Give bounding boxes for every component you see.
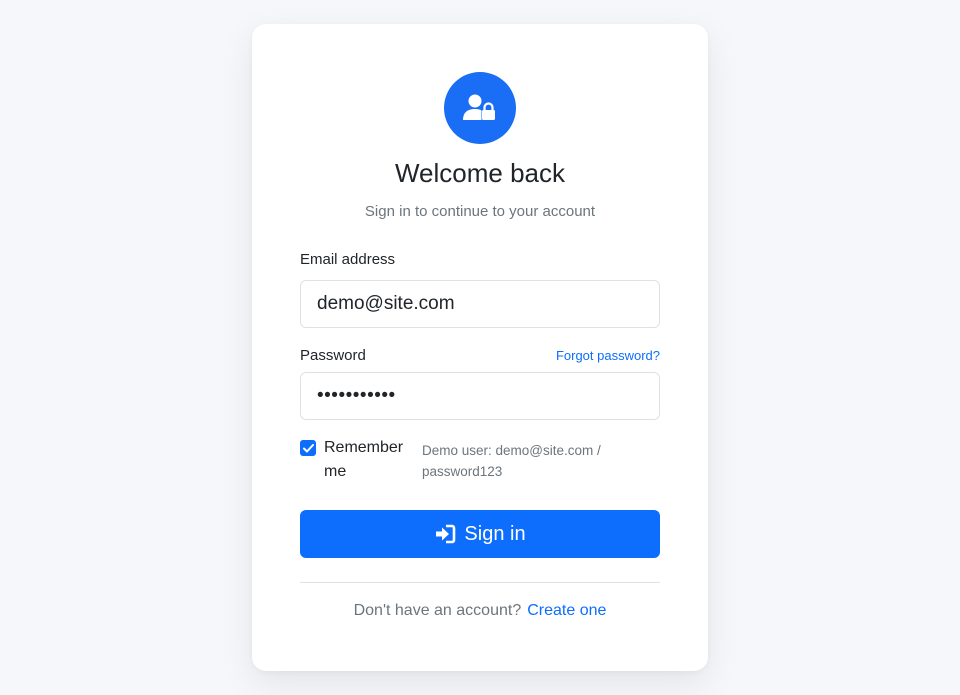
password-label: Password [300,347,366,364]
forgot-password-link[interactable]: Forgot password? [556,348,660,363]
page-subtitle: Sign in to continue to your account [364,203,596,220]
email-field[interactable] [300,280,660,328]
divider [300,582,660,583]
sign-in-button[interactable]: Sign in [300,510,660,558]
remember-me-checkbox[interactable] [300,440,316,456]
create-account-link[interactable]: Create one [527,602,606,619]
signup-prompt: Don't have an account? Create one [252,602,708,620]
user-lock-icon [444,72,516,144]
check-icon [302,443,314,452]
password-field[interactable] [300,372,660,420]
sign-in-label: Sign in [464,522,526,545]
email-label: Email address [300,251,396,268]
signup-prompt-text: Don't have an account? [353,602,522,619]
remember-me-label[interactable]: Remember me [324,436,414,484]
page-title: Welcome back [394,158,566,188]
demo-credentials-hint: Demo user: demo@site.com / password123 [422,443,601,479]
login-card: Welcome back Sign in to continue to your… [252,24,708,671]
sign-in-icon [436,524,456,544]
